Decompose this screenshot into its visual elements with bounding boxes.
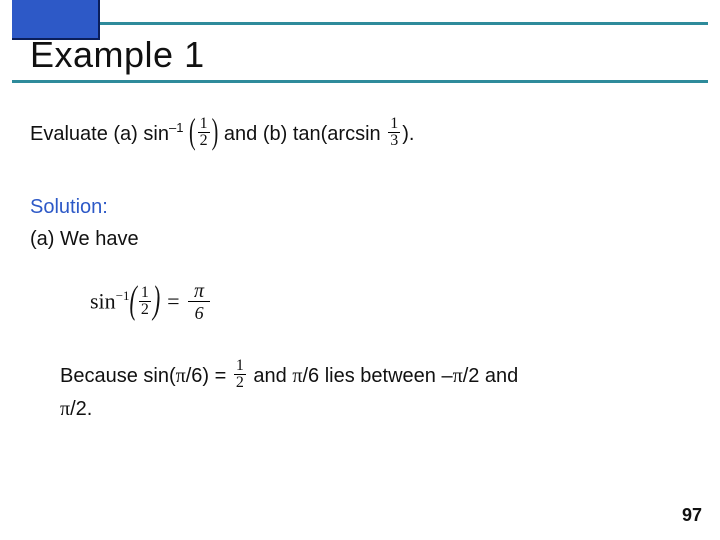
equation-display: sin−1(12) = π6 — [90, 283, 690, 324]
paren-open-icon: ( — [189, 107, 196, 157]
justification-text: Because sin(π/6) = 12 and π/6 lies betwe… — [60, 360, 690, 425]
pi-symbol: π — [292, 365, 302, 387]
problem-text-prefix: Evaluate (a) sin — [30, 123, 169, 145]
equals-sign: = — [160, 289, 186, 314]
exponent-minus-one: –1 — [169, 120, 183, 135]
problem-text-mid: and (b) tan(arcsin — [224, 123, 386, 145]
part-a-intro: (a) We have — [30, 225, 690, 253]
slide-body: Evaluate (a) sin–1 (12) and (b) tan(arcs… — [0, 90, 720, 425]
fraction-pi-over-six: π6 — [188, 281, 210, 322]
paren-close-icon: ) — [153, 272, 160, 327]
eq-exponent: −1 — [116, 288, 130, 303]
slide-header: Example 1 — [0, 0, 720, 90]
problem-text-suffix: ). — [402, 123, 414, 145]
pi-symbol: π — [176, 365, 186, 387]
eq-sin-text: sin — [90, 289, 116, 314]
fraction-one-half-inline: 12 — [234, 358, 246, 391]
header-rule-top — [96, 22, 708, 25]
header-rule-bottom — [12, 80, 708, 83]
fraction-one-half: 12 — [198, 116, 210, 149]
fraction-one-third: 13 — [388, 116, 400, 149]
pi-symbol: π — [60, 398, 70, 420]
paren-close-icon: ) — [212, 107, 219, 157]
slide-title: Example 1 — [30, 34, 205, 76]
page-number: 97 — [682, 505, 702, 526]
solution-label: Solution: — [30, 193, 690, 221]
paren-open-icon: ( — [130, 272, 137, 327]
fraction-one-half-eq: 12 — [139, 285, 151, 318]
pi-symbol: π — [453, 365, 463, 387]
problem-statement: Evaluate (a) sin–1 (12) and (b) tan(arcs… — [30, 118, 690, 151]
